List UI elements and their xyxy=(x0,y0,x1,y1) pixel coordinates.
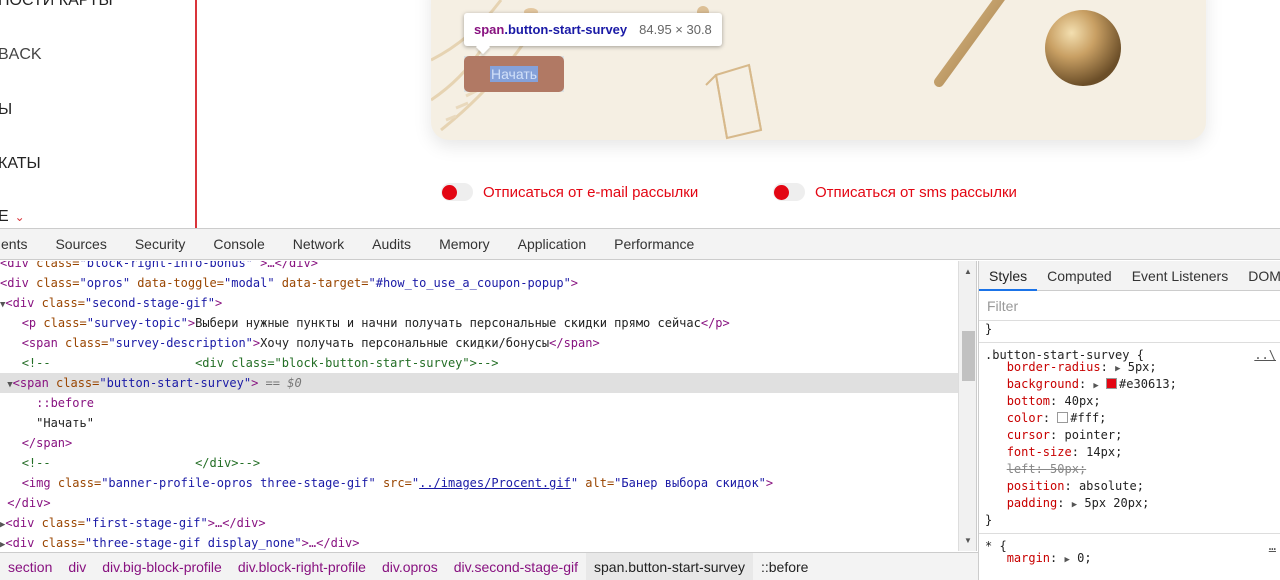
unsubscribe-email-toggle[interactable]: Отписаться от e-mail рассылки xyxy=(441,183,698,201)
tab-network[interactable]: Network xyxy=(279,236,358,252)
sidebar-item-card-features[interactable]: НОСТИ КАРТЫ xyxy=(0,0,113,10)
toggle-switch[interactable] xyxy=(773,183,805,201)
breadcrumb-item[interactable]: section xyxy=(0,553,60,580)
breadcrumb-item[interactable]: div.opros xyxy=(374,553,446,580)
dom-node[interactable]: ▶<div class="three-stage-gif display_non… xyxy=(0,533,958,551)
rule-selector[interactable]: * {… xyxy=(979,533,1280,553)
dom-text[interactable]: "Начать" xyxy=(0,413,958,433)
tab-sources[interactable]: Sources xyxy=(41,236,120,252)
tab-performance[interactable]: Performance xyxy=(600,236,708,252)
sidebar-item-3[interactable]: Ы xyxy=(0,101,12,119)
tab-computed[interactable]: Computed xyxy=(1037,261,1122,291)
dom-node[interactable]: ▶<div class="first-stage-gif">…</div> xyxy=(0,513,958,533)
dom-node[interactable]: <p class="survey-topic">Выбери нужные пу… xyxy=(0,313,958,333)
chevron-down-icon: ⌄ xyxy=(14,210,25,224)
unsubscribe-email-label: Отписаться от e-mail рассылки xyxy=(483,183,699,201)
dom-node[interactable]: <div class="opros" data-toggle="modal" d… xyxy=(0,273,958,293)
tab-styles[interactable]: Styles xyxy=(979,261,1038,291)
scrollbar-thumb[interactable] xyxy=(962,331,975,381)
unsubscribe-sms-toggle[interactable]: Отписаться от sms рассылки xyxy=(773,183,1017,201)
breadcrumb-item[interactable]: div.second-stage-gif xyxy=(446,553,586,580)
tab-dom-breakpoints[interactable]: DOM xyxy=(1238,261,1280,291)
dom-node[interactable]: </div> xyxy=(0,493,958,513)
sidebar-item-more-label: Е xyxy=(0,208,9,225)
styles-tabbar: Styles Computed Event Listeners DOM xyxy=(979,261,1280,291)
breadcrumb: section div div.big-block-profile div.bl… xyxy=(0,552,978,580)
style-prop[interactable]: padding: ▶ 5px 20px; xyxy=(979,495,1280,512)
sidebar-menu: НОСТИ КАРТЫ BACK Ы КАТЫ Е ⌄ xyxy=(0,0,197,228)
style-prop[interactable]: margin: ▶ 0; xyxy=(979,550,1280,567)
dom-tree[interactable]: <div class="block-right-info-bonus" >…</… xyxy=(0,261,958,551)
breadcrumb-item[interactable]: div.big-block-profile xyxy=(94,553,230,580)
style-prop-overridden[interactable]: left: 50px; xyxy=(979,461,1280,478)
styles-filter-input[interactable]: Filter xyxy=(979,291,1280,321)
scroll-up-icon[interactable]: ▲ xyxy=(964,267,972,276)
color-swatch-icon[interactable] xyxy=(1057,412,1069,423)
toggle-switch[interactable] xyxy=(441,183,473,201)
inspect-highlight xyxy=(464,56,564,92)
style-prop[interactable]: border-radius: ▶ 5px; xyxy=(979,359,1280,376)
dom-node[interactable]: <img class="banner-profile-opros three-s… xyxy=(0,473,958,493)
devtools-panel: ents Sources Security Console Network Au… xyxy=(0,228,1280,580)
devtools-tabbar: ents Sources Security Console Network Au… xyxy=(0,229,1280,260)
rule-close-brace: } xyxy=(985,322,993,336)
dom-node[interactable]: </span> xyxy=(0,433,958,453)
tooltip-tag: span xyxy=(474,22,505,37)
page-viewport: НОСТИ КАРТЫ BACK Ы КАТЫ Е ⌄ Начать span … xyxy=(0,0,1280,228)
image-src-link[interactable]: ../images/Procent.gif xyxy=(419,476,571,490)
tab-event-listeners[interactable]: Event Listeners xyxy=(1122,261,1239,291)
tab-security[interactable]: Security xyxy=(121,236,200,252)
color-swatch-icon[interactable] xyxy=(1106,378,1118,389)
inspect-tooltip: span .button-start-survey 84.95 × 30.8 xyxy=(464,13,722,46)
sidebar-item-cashback[interactable]: BACK xyxy=(0,46,42,64)
dom-node[interactable]: <span class="survey-description">Хочу по… xyxy=(0,333,958,353)
style-prop[interactable]: font-size: 14px; xyxy=(979,444,1280,461)
dom-comment[interactable]: <!-- </div>--> xyxy=(0,453,958,473)
dom-node-selected[interactable]: ▼<span class="button-start-survey"> == $… xyxy=(0,373,958,393)
style-prop[interactable]: background: ▶ #e30613; xyxy=(979,376,1280,393)
breadcrumb-item[interactable]: ::before xyxy=(753,553,816,580)
tab-audits[interactable]: Audits xyxy=(358,236,425,252)
scroll-down-icon[interactable]: ▼ xyxy=(964,536,972,545)
sidebar-item-certificates[interactable]: КАТЫ xyxy=(0,155,41,173)
tooltip-size: 84.95 × 30.8 xyxy=(639,22,712,37)
tab-elements[interactable]: ents xyxy=(0,236,41,252)
sidebar-item-more[interactable]: Е ⌄ xyxy=(0,208,25,226)
tab-console[interactable]: Console xyxy=(199,236,278,252)
style-prop[interactable]: cursor: pointer; xyxy=(979,427,1280,444)
rule-close-brace: } xyxy=(985,513,993,527)
style-prop[interactable]: bottom: 40px; xyxy=(979,393,1280,410)
tooltip-class: .button-start-survey xyxy=(504,22,628,37)
dom-node[interactable]: <div class="block-right-info-bonus" >…</… xyxy=(0,261,958,273)
breadcrumb-item[interactable]: div.block-right-profile xyxy=(230,553,374,580)
breadcrumb-item-current[interactable]: span.button-start-survey xyxy=(586,552,753,580)
tab-memory[interactable]: Memory xyxy=(425,236,504,252)
dom-scrollbar[interactable]: ▲ ▼ xyxy=(958,261,977,551)
dom-pseudo[interactable]: ::before xyxy=(0,393,958,413)
style-prop[interactable]: color: #fff; xyxy=(979,410,1280,427)
style-prop[interactable]: position: absolute; xyxy=(979,478,1280,495)
tab-application[interactable]: Application xyxy=(504,236,601,252)
unsubscribe-sms-label: Отписаться от sms рассылки xyxy=(815,183,1017,201)
rule-selector[interactable]: .button-start-survey {..\ xyxy=(979,342,1280,362)
styles-pane: Styles Computed Event Listeners DOM Filt… xyxy=(978,261,1280,580)
dom-comment[interactable]: <!-- <div class="block-button-start-surv… xyxy=(0,353,958,373)
breadcrumb-item[interactable]: div xyxy=(60,553,94,580)
dom-node[interactable]: ▼<div class="second-stage-gif"> xyxy=(0,293,958,313)
